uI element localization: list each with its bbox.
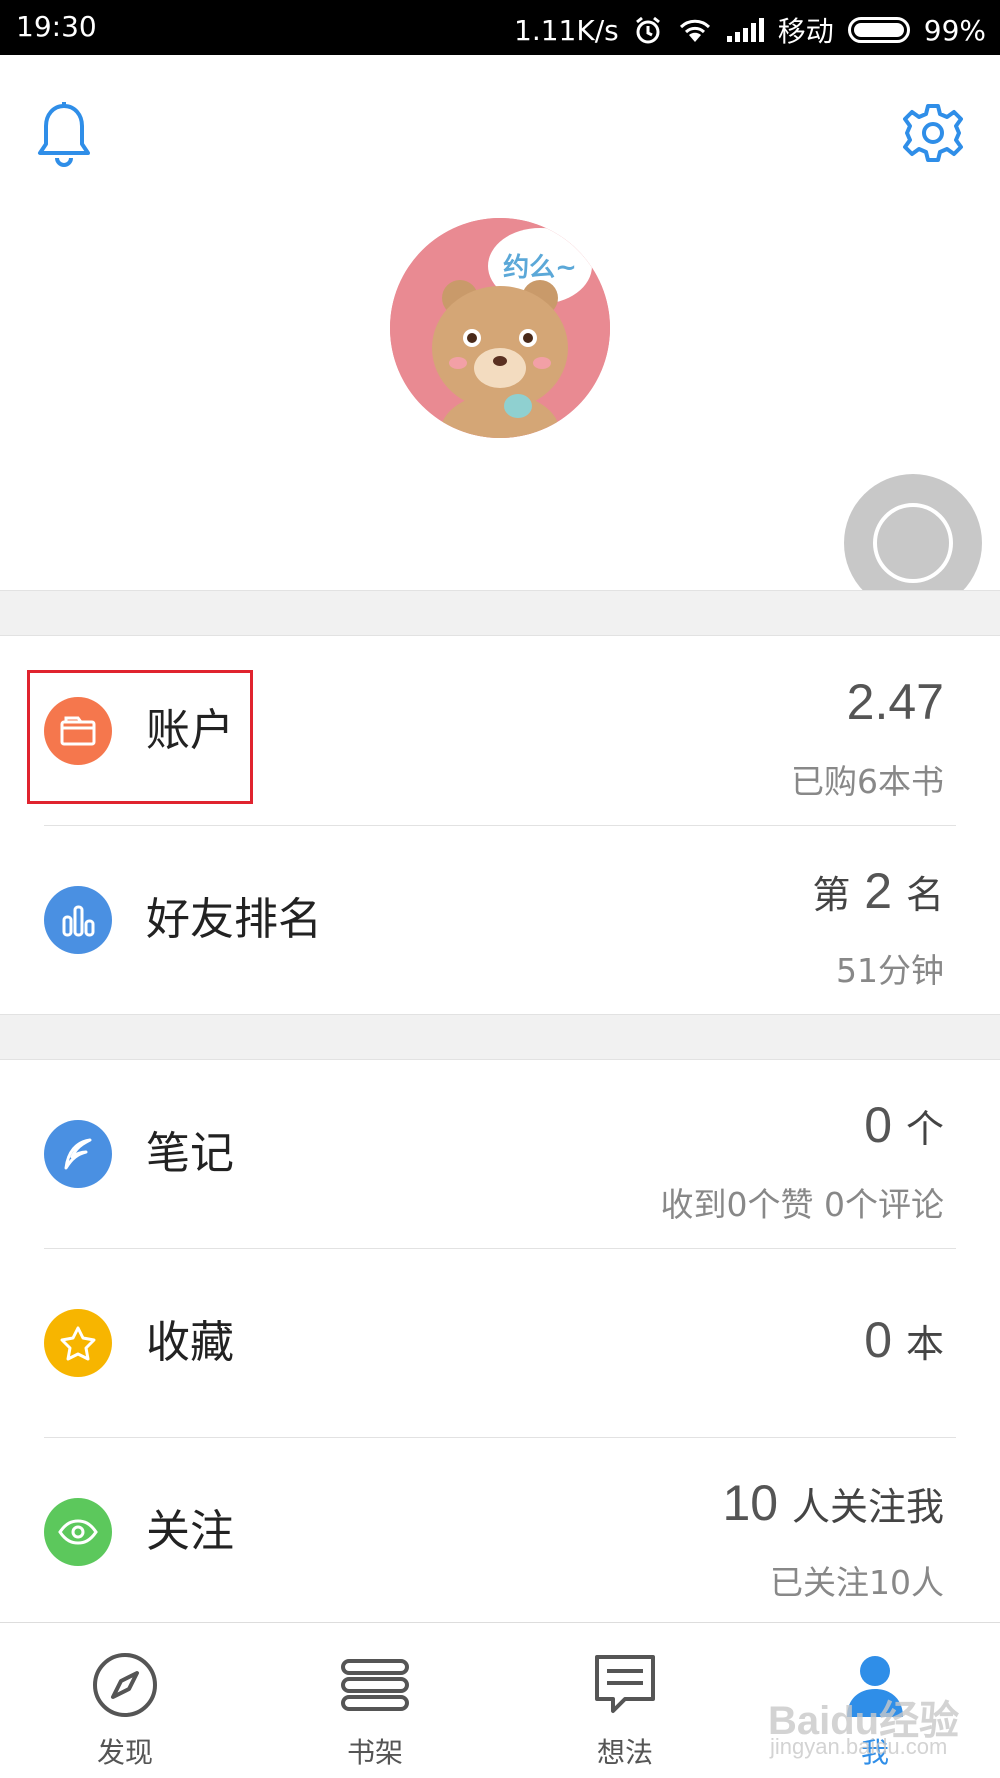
account-balance: 2.47 xyxy=(846,674,944,730)
friend-ranking-row[interactable]: 好友排名 第 2 名 51分钟 xyxy=(0,826,1000,1014)
section-gap xyxy=(0,590,1000,636)
tab-discover-label: 发现 xyxy=(96,1736,153,1769)
bear-illustration: 约么~ xyxy=(390,218,610,438)
tab-thoughts[interactable]: 想法 xyxy=(500,1623,750,1778)
bubble-text: 约么~ xyxy=(503,252,577,283)
follow-count: 10 人关注我 xyxy=(722,1474,944,1532)
avatar[interactable]: 约么~ xyxy=(390,218,610,438)
network-speed: 1.11K/s xyxy=(514,13,619,47)
status-time: 19:30 xyxy=(16,10,97,43)
star-icon xyxy=(44,1309,112,1377)
ranking-prefix: 第 xyxy=(812,875,851,917)
followers-unit: 人关注我 xyxy=(791,1487,944,1529)
tab-discover[interactable]: 发现 xyxy=(0,1623,250,1778)
signal-icon xyxy=(726,18,764,42)
bookshelf-icon xyxy=(341,1659,409,1711)
battery-icon xyxy=(847,17,910,43)
wifi-icon xyxy=(679,19,710,42)
ranking-suffix: 名 xyxy=(905,875,944,917)
chat-icon xyxy=(595,1655,655,1713)
ranking-value: 第 2 名 xyxy=(812,862,944,920)
following-count: 已关注10人 xyxy=(770,1563,944,1602)
favorites-row[interactable]: 收藏 0 本 xyxy=(0,1249,1000,1437)
tab-bookshelf-label: 书架 xyxy=(346,1736,403,1769)
bar-chart-icon xyxy=(44,886,112,954)
follow-label: 关注 xyxy=(146,1506,234,1557)
alarm-icon xyxy=(635,16,660,44)
notes-label: 笔记 xyxy=(146,1128,234,1179)
tab-thoughts-label: 想法 xyxy=(596,1736,653,1769)
settings-gear-icon[interactable] xyxy=(902,102,964,164)
carrier-name: 移动 xyxy=(777,15,834,48)
notes-count-number: 0 xyxy=(864,1097,893,1153)
status-right: 1.11K/s 移动 99% xyxy=(514,10,986,50)
section-gap xyxy=(0,1014,1000,1060)
notes-row[interactable]: 笔记 0 个 收到0个赞 0个评论 xyxy=(0,1060,1000,1248)
status-bar: 19:30 1.11K/s 移动 99% xyxy=(0,0,1000,55)
compass-icon xyxy=(93,1653,157,1717)
battery-percent: 99% xyxy=(923,13,986,47)
ranking-reading-time: 51分钟 xyxy=(836,951,944,990)
followers-number: 10 xyxy=(722,1475,779,1531)
ranking-number: 2 xyxy=(864,863,893,919)
favorites-label: 收藏 xyxy=(146,1317,234,1368)
follow-row[interactable]: 关注 10 人关注我 已关注10人 xyxy=(0,1438,1000,1626)
profile-header: 约么~ xyxy=(0,55,1000,612)
ranking-label: 好友排名 xyxy=(146,894,322,945)
notes-count-unit: 个 xyxy=(905,1109,944,1151)
account-purchased: 已购6本书 xyxy=(791,762,944,801)
favorites-count-number: 0 xyxy=(864,1312,893,1368)
favorites-count: 0 本 xyxy=(864,1311,944,1369)
notes-feedback: 收到0个赞 0个评论 xyxy=(660,1185,944,1224)
feather-icon xyxy=(44,1120,112,1188)
watermark-url: jingyan.baidu.com xyxy=(770,1734,948,1759)
highlight-box xyxy=(27,670,253,804)
bell-icon[interactable] xyxy=(36,100,92,170)
favorites-count-unit: 本 xyxy=(905,1324,944,1366)
notes-count: 0 个 xyxy=(864,1096,944,1154)
eye-icon xyxy=(44,1498,112,1566)
tab-bookshelf[interactable]: 书架 xyxy=(250,1623,500,1778)
